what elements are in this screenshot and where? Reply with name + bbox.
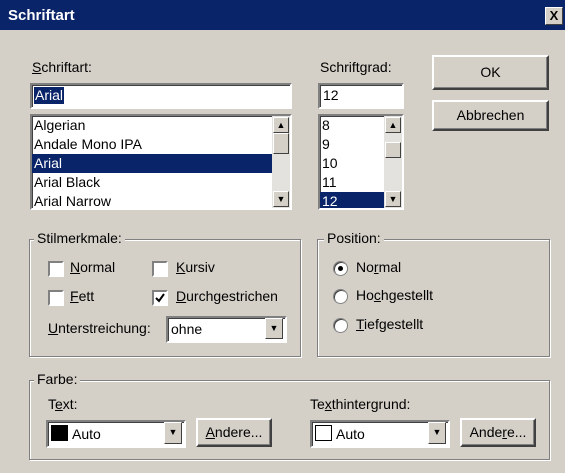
underline-select-value: ohne bbox=[171, 321, 203, 337]
text-color-dropdown-button[interactable]: ▼ bbox=[164, 422, 182, 444]
normal-checkbox-label[interactable]: Normal bbox=[70, 259, 115, 275]
position-group bbox=[317, 239, 550, 357]
dialog-title: Schriftart bbox=[8, 7, 75, 24]
font-list-item[interactable]: Arial Narrow bbox=[32, 192, 272, 208]
bg-color-other-button[interactable]: Andere... bbox=[460, 418, 536, 447]
scroll-thumb[interactable] bbox=[273, 133, 289, 154]
normal-radio[interactable] bbox=[333, 261, 348, 276]
size-list-scrollbar[interactable]: ▲ ▼ bbox=[384, 116, 402, 208]
superscript-radio[interactable] bbox=[333, 289, 348, 304]
ok-button[interactable]: OK bbox=[432, 55, 549, 90]
style-legend: Stilmerkmale: bbox=[34, 230, 125, 246]
superscript-radio-label[interactable]: Hochgestellt bbox=[356, 287, 433, 303]
color-swatch bbox=[315, 425, 332, 441]
font-list-item[interactable]: Arial bbox=[32, 154, 272, 173]
normal-checkbox[interactable] bbox=[48, 261, 64, 277]
bold-checkbox[interactable] bbox=[48, 290, 64, 306]
chevron-down-icon: ▼ bbox=[432, 427, 442, 437]
subscript-radio-label[interactable]: Tiefgestellt bbox=[356, 316, 423, 332]
size-list-item[interactable]: 12 bbox=[320, 192, 384, 208]
chevron-down-icon: ▼ bbox=[269, 323, 279, 333]
scroll-down-button[interactable]: ▼ bbox=[273, 191, 289, 207]
arrow-up-icon: ▲ bbox=[276, 120, 286, 130]
arrow-up-icon: ▲ bbox=[388, 120, 398, 130]
color-swatch bbox=[51, 425, 68, 441]
underline-select[interactable]: ohne ▼ bbox=[166, 316, 287, 343]
text-color-label: Text: bbox=[48, 396, 78, 412]
italic-checkbox[interactable] bbox=[152, 261, 168, 277]
underline-label: Unterstreichung: bbox=[48, 320, 151, 336]
chevron-down-icon: ▼ bbox=[168, 427, 178, 437]
underline-dropdown-button[interactable]: ▼ bbox=[265, 318, 283, 339]
text-color-other-button[interactable]: Andere... bbox=[196, 418, 272, 447]
bg-color-value: Auto bbox=[336, 426, 365, 442]
bg-color-dropdown-button[interactable]: ▼ bbox=[428, 422, 446, 444]
bold-checkbox-label[interactable]: Fett bbox=[70, 288, 94, 304]
size-list-item[interactable]: 11 bbox=[320, 173, 384, 192]
bg-color-label: Texthintergrund: bbox=[310, 396, 411, 412]
font-label: Schriftart: bbox=[32, 59, 92, 75]
radio-dot bbox=[338, 266, 343, 271]
font-list[interactable]: Algerian Andale Mono IPA Arial Arial Black A… bbox=[30, 114, 292, 210]
arrow-down-icon: ▼ bbox=[388, 194, 398, 204]
scroll-up-button[interactable]: ▲ bbox=[385, 117, 401, 133]
bg-color-select[interactable]: Auto ▼ bbox=[310, 420, 450, 448]
scroll-up-button[interactable]: ▲ bbox=[273, 117, 289, 133]
text-color-select[interactable]: Auto ▼ bbox=[46, 420, 186, 448]
scroll-thumb[interactable] bbox=[385, 142, 401, 158]
font-list-item[interactable]: Andale Mono IPA bbox=[32, 135, 272, 154]
color-legend: Farbe: bbox=[34, 371, 81, 387]
subscript-radio[interactable] bbox=[333, 318, 348, 333]
font-input[interactable]: Arial bbox=[30, 83, 292, 109]
font-list-scrollbar[interactable]: ▲ ▼ bbox=[272, 116, 290, 208]
size-input-value: 12 bbox=[323, 87, 339, 103]
text-color-value: Auto bbox=[72, 426, 101, 442]
position-legend: Position: bbox=[324, 230, 384, 246]
size-list-item[interactable]: 9 bbox=[320, 135, 384, 154]
size-list-item[interactable]: 10 bbox=[320, 154, 384, 173]
size-input[interactable]: 12 bbox=[318, 83, 404, 109]
close-button[interactable]: X bbox=[545, 7, 563, 25]
scroll-down-button[interactable]: ▼ bbox=[385, 191, 401, 207]
italic-checkbox-label[interactable]: Kursiv bbox=[176, 259, 215, 275]
font-list-item[interactable]: Arial Black bbox=[32, 173, 272, 192]
size-label: Schriftgrad: bbox=[320, 59, 392, 75]
checkmark-icon bbox=[155, 293, 165, 303]
font-list-item[interactable]: Algerian bbox=[32, 116, 272, 135]
strikethrough-checkbox[interactable] bbox=[152, 290, 168, 306]
close-icon: X bbox=[549, 8, 559, 23]
size-list-item[interactable]: 8 bbox=[320, 116, 384, 135]
arrow-down-icon: ▼ bbox=[276, 194, 286, 204]
cancel-button[interactable]: Abbrechen bbox=[432, 100, 549, 131]
title-bar bbox=[0, 0, 565, 30]
font-input-value: Arial bbox=[34, 87, 65, 104]
size-list[interactable]: 8 9 10 11 12 ▲ ▼ bbox=[318, 114, 404, 210]
normal-radio-label[interactable]: Normal bbox=[356, 259, 401, 275]
strikethrough-checkbox-label[interactable]: Durchgestrichen bbox=[176, 288, 278, 304]
